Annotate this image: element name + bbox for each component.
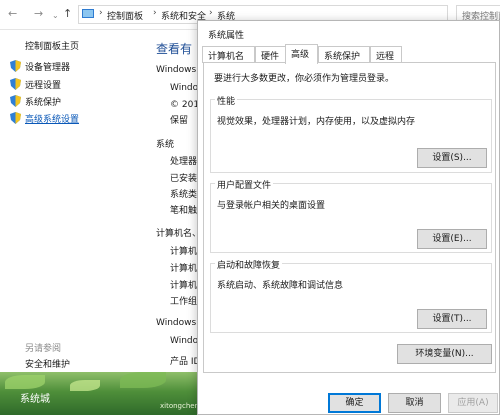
rights-text: 保留: [170, 116, 189, 126]
desktop-watermark: 系统城: [20, 394, 50, 405]
section-windows-activation: Windows: [156, 318, 197, 328]
uac-shield-icon: [10, 60, 21, 72]
back-arrow-icon[interactable]: ←: [8, 7, 17, 21]
user-profiles-settings-button[interactable]: 设置(E)...: [417, 229, 487, 249]
main-pane: 查看有 Windows Windo © 201 保留 系统 处理器 已安装 系统…: [148, 30, 198, 415]
recent-dropdown-icon[interactable]: ⌄: [52, 9, 59, 23]
dialog-tab-strip: 计算机名 硬件 高级 系统保护 远程: [202, 44, 500, 64]
performance-group-title: 性能: [215, 94, 238, 107]
desktop-watermark-url: xitongcheng.com: [160, 402, 200, 410]
tab-advanced[interactable]: 高级: [285, 44, 318, 64]
see-also-label: 另请参阅: [25, 344, 62, 354]
advanced-system-settings-link[interactable]: 高级系统设置: [10, 111, 79, 125]
full-computer-name-label: 计算机: [170, 264, 198, 274]
copyright-text: © 201: [170, 100, 198, 110]
tab-hardware[interactable]: 硬件: [255, 46, 287, 63]
installed-ram-label: 已安装: [170, 174, 198, 184]
desktop-background: 系统城 xitongcheng.com: [0, 372, 200, 415]
performance-group: 性能 视觉效果，处理器计划，内存使用，以及虚拟内存 设置(S)...: [210, 94, 492, 173]
user-profiles-description: 与登录帐户相关的桌面设置: [217, 201, 326, 211]
system-properties-dialog: 系统属性 计算机名 硬件 高级 系统保护 远程 要进行大多数更改，你必须作为管理…: [197, 20, 500, 415]
startup-recovery-description: 系统启动、系统故障和调试信息: [217, 281, 344, 291]
page-title: 查看有: [156, 42, 193, 56]
leaf-decoration: [120, 372, 166, 388]
computer-name-label: 计算机: [170, 247, 198, 257]
leaf-decoration: [5, 375, 45, 389]
system-protection-link[interactable]: 系统保护: [10, 94, 61, 108]
dialog-title: 系统属性: [208, 31, 245, 41]
startup-recovery-settings-button[interactable]: 设置(T)...: [417, 309, 487, 329]
tab-remote[interactable]: 远程: [370, 46, 402, 63]
device-manager-link[interactable]: 设备管理器: [10, 59, 70, 73]
performance-settings-button[interactable]: 设置(S)...: [417, 148, 487, 168]
apply-button[interactable]: 应用(A): [448, 393, 498, 413]
user-profiles-group-title: 用户配置文件: [215, 178, 274, 191]
breadcrumb-separator-icon[interactable]: ›: [153, 8, 157, 18]
section-computer-name: 计算机名、: [156, 229, 198, 239]
environment-variables-button[interactable]: 环境变量(N)...: [397, 344, 492, 364]
pen-touch-label: 笔和触: [170, 206, 198, 216]
ok-button[interactable]: 确定: [328, 393, 381, 413]
up-arrow-icon[interactable]: ↑: [63, 7, 72, 21]
security-maintenance-link[interactable]: 安全和维护: [25, 357, 70, 370]
user-profiles-group: 用户配置文件 与登录帐户相关的桌面设置 设置(E)...: [210, 178, 492, 253]
tab-system-protection[interactable]: 系统保护: [318, 46, 370, 63]
edition-name: Windo: [170, 83, 198, 93]
left-pane: 控制面板主页 设备管理器 远程设置 系统保护 高级系统设置 另请参阅 安全和维护: [0, 30, 148, 415]
admin-note: 要进行大多数更改，你必须作为管理员登录。: [214, 74, 395, 84]
activation-status: Windo: [170, 336, 198, 346]
section-system: 系统: [156, 140, 175, 150]
processor-label: 处理器: [170, 157, 198, 167]
computer-description-label: 计算机: [170, 281, 198, 291]
uac-shield-icon: [10, 112, 21, 124]
remote-settings-link[interactable]: 远程设置: [10, 77, 61, 91]
advanced-tab-panel: 要进行大多数更改，你必须作为管理员登录。 性能 视觉效果，处理器计划，内存使用，…: [203, 62, 496, 373]
uac-shield-icon: [10, 95, 21, 107]
product-id-label: 产品 ID: [170, 357, 198, 367]
breadcrumb-separator-icon[interactable]: ›: [99, 8, 103, 18]
startup-recovery-group: 启动和故障恢复 系统启动、系统故障和调试信息 设置(T)...: [210, 258, 492, 333]
breadcrumb-control-panel[interactable]: 控制面板: [107, 9, 143, 22]
control-panel-home-link[interactable]: 控制面板主页: [25, 39, 79, 52]
performance-description: 视觉效果，处理器计划，内存使用，以及虚拟内存: [217, 117, 416, 127]
section-windows-edition: Windows: [156, 65, 197, 75]
cancel-button[interactable]: 取消: [388, 393, 441, 413]
breadcrumb-separator-icon[interactable]: ›: [209, 8, 213, 18]
leaf-decoration: [70, 380, 100, 391]
workgroup-label: 工作组: [170, 297, 198, 307]
computer-icon: [82, 9, 94, 18]
system-type-label: 系统类: [170, 190, 198, 200]
uac-shield-icon: [10, 78, 21, 90]
tab-computer-name[interactable]: 计算机名: [202, 46, 255, 63]
startup-recovery-group-title: 启动和故障恢复: [215, 258, 283, 271]
forward-arrow-icon[interactable]: →: [34, 7, 43, 21]
